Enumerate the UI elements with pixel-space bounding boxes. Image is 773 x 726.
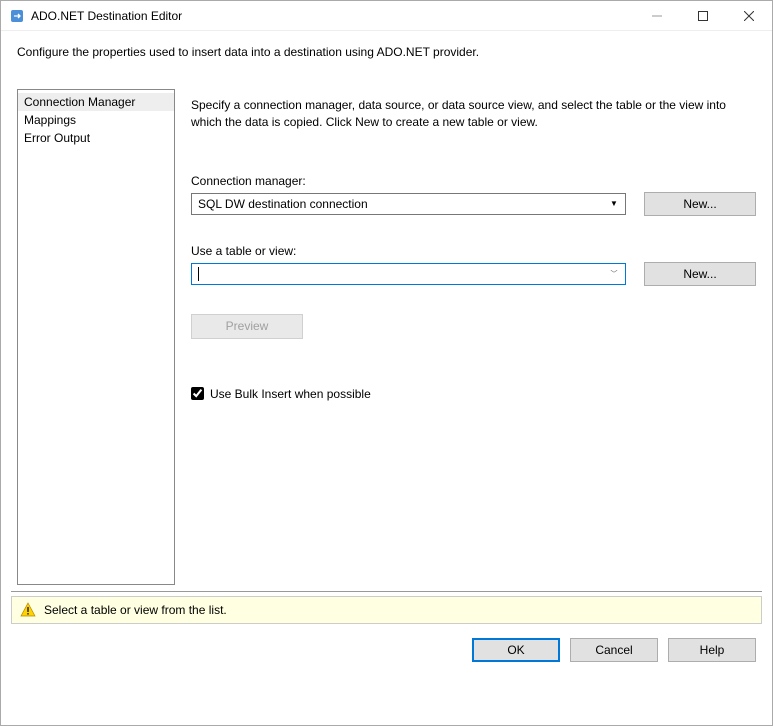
chevron-down-icon: ﹀ <box>605 264 623 284</box>
status-message-row: Select a table or view from the list. <box>11 596 762 624</box>
sidebar-item-mappings[interactable]: Mappings <box>18 111 174 129</box>
connection-manager-label: Connection manager: <box>191 174 756 188</box>
close-button[interactable] <box>726 1 772 31</box>
table-label: Use a table or view: <box>191 244 756 258</box>
status-bar: Select a table or view from the list. <box>11 591 762 624</box>
sidebar-item-connection-manager[interactable]: Connection Manager <box>18 93 174 111</box>
new-table-button[interactable]: New... <box>644 262 756 286</box>
text-cursor <box>198 267 199 281</box>
app-icon <box>9 8 25 24</box>
page-description: Configure the properties used to insert … <box>17 45 756 59</box>
bulk-insert-checkbox[interactable] <box>191 387 204 400</box>
right-pane: Specify a connection manager, data sourc… <box>191 89 756 585</box>
minimize-button[interactable] <box>634 1 680 31</box>
cancel-button[interactable]: Cancel <box>570 638 658 662</box>
sidebar-item-error-output[interactable]: Error Output <box>18 129 174 147</box>
maximize-button[interactable] <box>680 1 726 31</box>
bulk-insert-label: Use Bulk Insert when possible <box>210 387 371 401</box>
sidebar: Connection Manager Mappings Error Output <box>17 89 175 585</box>
warning-icon <box>20 602 36 618</box>
connection-manager-dropdown[interactable]: SQL DW destination connection ▼ <box>191 193 626 215</box>
chevron-down-icon: ▼ <box>605 195 623 213</box>
table-dropdown[interactable]: ﹀ <box>191 263 626 285</box>
dialog-footer: OK Cancel Help <box>1 624 772 672</box>
status-message: Select a table or view from the list. <box>44 603 227 617</box>
title-bar: ADO.NET Destination Editor <box>1 1 772 31</box>
new-connection-button[interactable]: New... <box>644 192 756 216</box>
window-title: ADO.NET Destination Editor <box>31 9 634 23</box>
connection-manager-value: SQL DW destination connection <box>198 197 368 211</box>
ok-button[interactable]: OK <box>472 638 560 662</box>
preview-button: Preview <box>191 314 303 339</box>
pane-instructions: Specify a connection manager, data sourc… <box>191 97 756 132</box>
content-area: Configure the properties used to insert … <box>1 31 772 591</box>
main-area: Connection Manager Mappings Error Output… <box>17 89 756 585</box>
help-button[interactable]: Help <box>668 638 756 662</box>
window-controls <box>634 1 772 31</box>
